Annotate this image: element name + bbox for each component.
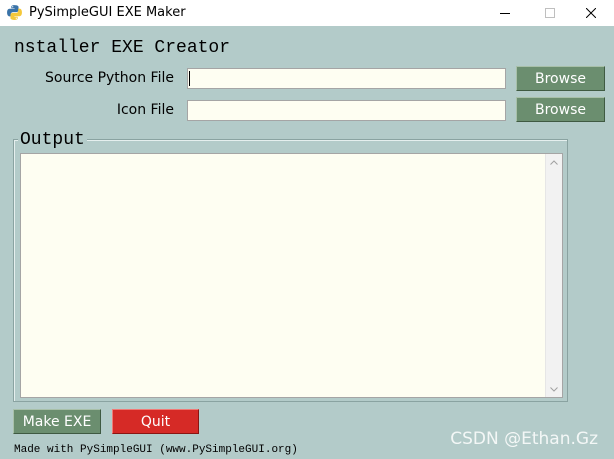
maximize-button[interactable] [527,0,573,26]
scroll-up-button[interactable] [546,154,562,170]
icon-file-input[interactable] [187,100,506,121]
close-icon [586,8,596,18]
close-button[interactable] [568,0,614,26]
page-title: nstaller EXE Creator [14,38,231,58]
scroll-down-button[interactable] [546,381,562,397]
output-scrollbar[interactable] [545,154,562,397]
output-textarea[interactable] [20,153,563,398]
title-bar[interactable]: PySimpleGUI EXE Maker [0,0,614,26]
minimize-button[interactable] [482,0,528,26]
text-caret [189,71,190,86]
minimize-icon [500,13,510,14]
chevron-up-icon [550,159,558,165]
output-frame-title: Output [18,130,87,150]
python-logo-icon [7,5,22,20]
source-file-input[interactable] [187,68,506,89]
maximize-icon [545,8,555,18]
browse-source-button[interactable]: Browse [516,66,605,91]
quit-button[interactable]: Quit [112,409,199,434]
browse-icon-button[interactable]: Browse [516,97,605,122]
make-exe-button[interactable]: Make EXE [13,409,101,434]
window-title: PySimpleGUI EXE Maker [29,5,186,20]
chevron-down-icon [550,386,558,392]
source-file-label: Source Python File [45,70,174,86]
icon-file-label: Icon File [116,102,174,118]
footer-credit: Made with PySimpleGUI (www.PySimpleGUI.o… [14,444,298,456]
watermark: CSDN @Ethan.Gz [450,429,598,449]
